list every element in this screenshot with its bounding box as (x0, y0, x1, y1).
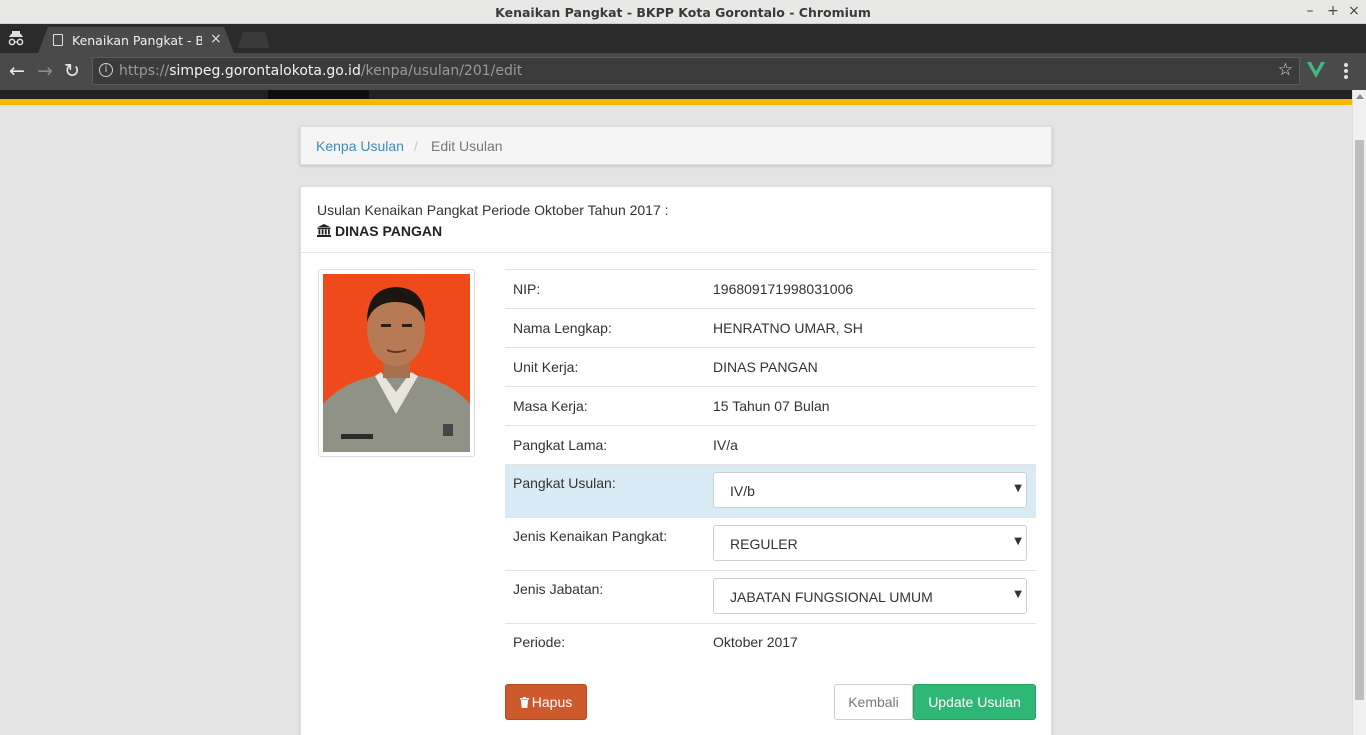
close-window-button[interactable]: × (1346, 3, 1362, 19)
row-nip: NIP: 196809171998031006 (505, 269, 1036, 309)
row-proposed-rank: Pangkat Usulan: IV/b ▼ (505, 464, 1036, 518)
service-value: 15 Tahun 07 Bulan (705, 386, 1036, 426)
url-host: simpeg.gorontalokota.go.id (169, 63, 361, 79)
panel-unit: DINAS PANGAN (317, 223, 442, 239)
breadcrumb: Kenpa Usulan / Edit Usulan (300, 126, 1052, 165)
nip-label: NIP: (505, 269, 705, 309)
url-scheme: https:// (119, 63, 170, 79)
proposed-rank-cell: IV/b ▼ (705, 464, 1036, 518)
chevron-down-icon: ▼ (1014, 589, 1022, 600)
panel-header: Usulan Kenaikan Pangkat Periode Oktober … (301, 187, 1051, 253)
browser-menu-icon[interactable] (1344, 63, 1348, 79)
maximize-button[interactable]: + (1325, 3, 1341, 19)
promotion-type-value: REGULER (730, 536, 798, 552)
service-label: Masa Kerja: (505, 386, 705, 426)
browser-tab[interactable]: Kenaikan Pangkat - BKPP Kota Gorontalo × (38, 27, 234, 53)
delete-button[interactable]: Hapus (505, 684, 587, 720)
row-position-type: Jenis Jabatan: JABATAN FUNGSIONAL UMUM ▼ (505, 570, 1036, 624)
new-tab-button[interactable] (238, 32, 270, 48)
close-tab-icon[interactable]: × (210, 31, 222, 47)
chevron-down-icon: ▼ (1014, 483, 1022, 494)
bookmark-star-icon[interactable]: ☆ (1278, 60, 1293, 80)
url-text[interactable]: https://simpeg.gorontalokota.go.id/kenpa… (119, 63, 522, 79)
row-period: Periode: Oktober 2017 (505, 623, 1036, 662)
proposed-rank-select[interactable]: IV/b ▼ (713, 472, 1027, 508)
period-label: Periode: (505, 623, 705, 662)
reload-icon[interactable]: ↻ (64, 60, 80, 82)
breadcrumb-kenpa-usulan[interactable]: Kenpa Usulan (316, 138, 404, 154)
minimize-button[interactable]: – (1302, 3, 1318, 19)
promotion-type-cell: REGULER ▼ (705, 517, 1036, 571)
name-label: Nama Lengkap: (505, 308, 705, 348)
window-title: Kenaikan Pangkat - BKPP Kota Gorontalo -… (495, 5, 871, 20)
row-service: Masa Kerja: 15 Tahun 07 Bulan (505, 386, 1036, 426)
url-path: /kenpa/usulan/201/edit (360, 63, 523, 79)
old-rank-value: IV/a (705, 425, 1036, 465)
institution-icon (317, 224, 331, 237)
browser-toolbar: ← → ↻ i https://simpeg.gorontalokota.go.… (0, 53, 1366, 90)
edit-proposal-panel: Usulan Kenaikan Pangkat Periode Oktober … (300, 186, 1052, 735)
position-type-select[interactable]: JABATAN FUNGSIONAL UMUM ▼ (713, 578, 1027, 614)
update-proposal-button[interactable]: Update Usulan (913, 684, 1036, 720)
unit-label: Unit Kerja: (505, 347, 705, 387)
page-icon (53, 34, 63, 46)
vue-devtools-icon[interactable] (1307, 62, 1325, 78)
breadcrumb-separator: / (414, 138, 418, 154)
employee-details-table: NIP: 196809171998031006 Nama Lengkap: HE… (505, 269, 1036, 662)
position-type-cell: JABATAN FUNGSIONAL UMUM ▼ (705, 570, 1036, 624)
row-unit: Unit Kerja: DINAS PANGAN (505, 347, 1036, 387)
site-navbar (0, 90, 1352, 106)
name-value: HENRATNO UMAR, SH (705, 308, 1036, 348)
row-name: Nama Lengkap: HENRATNO UMAR, SH (505, 308, 1036, 348)
panel-subtitle: Usulan Kenaikan Pangkat Periode Oktober … (317, 202, 669, 218)
position-type-label: Jenis Jabatan: (505, 570, 705, 624)
navbar-active-item[interactable] (268, 90, 369, 99)
back-button[interactable]: Kembali (834, 684, 913, 720)
proposed-rank-value: IV/b (730, 483, 755, 499)
old-rank-label: Pangkat Lama: (505, 425, 705, 465)
promotion-type-label: Jenis Kenaikan Pangkat: (505, 517, 705, 571)
page-scrollbar[interactable] (1352, 90, 1366, 735)
tab-strip: Kenaikan Pangkat - BKPP Kota Gorontalo × (0, 24, 1366, 53)
period-value: Oktober 2017 (705, 623, 1036, 662)
breadcrumb-current: Edit Usulan (431, 138, 503, 154)
chevron-down-icon: ▼ (1014, 536, 1022, 547)
panel-unit-name: DINAS PANGAN (335, 223, 443, 239)
position-type-value: JABATAN FUNGSIONAL UMUM (730, 589, 933, 605)
row-old-rank: Pangkat Lama: IV/a (505, 425, 1036, 465)
employee-portrait (323, 274, 470, 452)
nip-value: 196809171998031006 (705, 269, 1036, 309)
employee-photo (318, 269, 475, 457)
proposed-rank-label: Pangkat Usulan: (505, 464, 705, 518)
tab-title: Kenaikan Pangkat - BKPP Kota Gorontalo (72, 33, 202, 48)
unit-value: DINAS PANGAN (705, 347, 1036, 387)
navbar-dark-strip (0, 90, 1352, 99)
delete-button-label: Hapus (531, 694, 573, 710)
trash-icon (519, 697, 529, 708)
window-titlebar: Kenaikan Pangkat - BKPP Kota Gorontalo -… (0, 0, 1366, 24)
promotion-type-select[interactable]: REGULER ▼ (713, 525, 1027, 561)
row-promotion-type: Jenis Kenaikan Pangkat: REGULER ▼ (505, 517, 1036, 571)
info-icon[interactable]: i (99, 63, 113, 77)
address-bar[interactable]: i https://simpeg.gorontalokota.go.id/ken… (92, 57, 1300, 85)
back-icon[interactable]: ← (9, 60, 25, 82)
scrollbar-thumb[interactable] (1355, 140, 1364, 700)
forward-icon[interactable]: → (37, 60, 53, 82)
incognito-icon (8, 31, 24, 46)
scroll-up-icon[interactable] (1356, 94, 1364, 99)
